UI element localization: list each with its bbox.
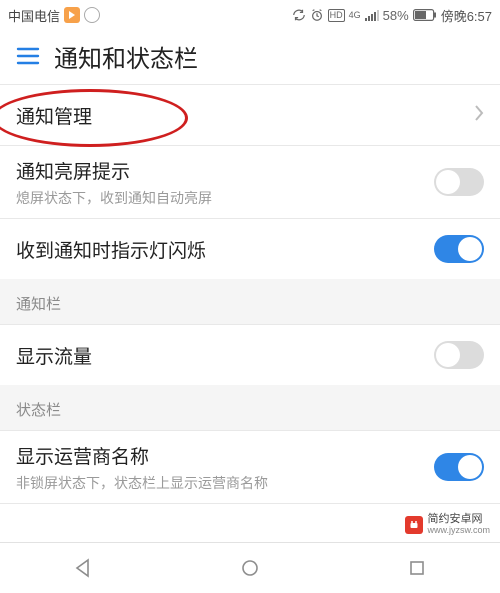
row-wake-on-notification[interactable]: 通知亮屏提示 熄屏状态下，收到通知自动亮屏 [0,146,500,219]
status-right: HD 4G 58% 傍晚6:57 [292,6,492,25]
toggle-led-blink[interactable] [434,235,484,263]
menu-button[interactable] [8,36,48,76]
section-header-notify-bar: 通知栏 [0,279,500,325]
row-label: 通知亮屏提示 [16,157,212,184]
row-label: 通知管理 [16,102,92,129]
row-show-traffic[interactable]: 显示流量 [0,325,500,385]
network-icon: 4G [349,10,361,20]
settings-list: 通知管理 通知亮屏提示 熄屏状态下，收到通知自动亮屏 收到通知时指示灯闪烁 通知… [0,84,500,504]
watermark-text: 简约安卓网 [427,514,490,526]
carrier-label: 中国电信 [8,6,60,25]
nav-back-button[interactable] [53,548,113,588]
status-bar: 中国电信 HD 4G 58% 傍晚6:57 [0,0,500,28]
row-sublabel: 非锁屏状态下，状态栏上显示运营商名称 [16,473,268,493]
nav-recent-button[interactable] [387,548,447,588]
toggle-show-carrier[interactable] [434,453,484,481]
alarm-icon [310,8,324,22]
row-label: 收到通知时指示灯闪烁 [16,236,206,263]
toggle-show-traffic[interactable] [434,341,484,369]
chevron-right-icon [474,104,484,127]
row-label: 显示流量 [16,342,92,369]
sync-icon [292,8,306,22]
row-sublabel: 熄屏状态下，收到通知自动亮屏 [16,188,212,208]
row-led-blink[interactable]: 收到通知时指示灯闪烁 [0,219,500,279]
navigation-bar [0,542,500,593]
battery-pct: 58% [383,8,409,23]
clock-label: 傍晚6:57 [441,6,492,25]
watermark: 简约安卓网 www.jyzsw.com [401,512,494,537]
section-header-status-bar: 状态栏 [0,385,500,431]
settings-screen: 中国电信 HD 4G 58% 傍晚6:57 [0,0,500,593]
status-left: 中国电信 [8,6,100,25]
toggle-wake-on-notification[interactable] [434,168,484,196]
watermark-url: www.jyzsw.com [427,526,490,535]
hd-icon: HD [328,9,345,22]
battery-icon [413,9,437,21]
row-notification-management[interactable]: 通知管理 [0,84,500,146]
signal-icon [365,9,379,21]
nav-home-button[interactable] [220,548,280,588]
app-badge-icon [64,7,80,23]
row-label: 显示运营商名称 [16,442,268,469]
row-show-carrier[interactable]: 显示运营商名称 非锁屏状态下，状态栏上显示运营商名称 [0,431,500,504]
title-bar: 通知和状态栏 [0,28,500,84]
watermark-logo-icon [405,516,423,534]
page-title: 通知和状态栏 [54,39,198,74]
notification-dot-icon [84,7,100,23]
